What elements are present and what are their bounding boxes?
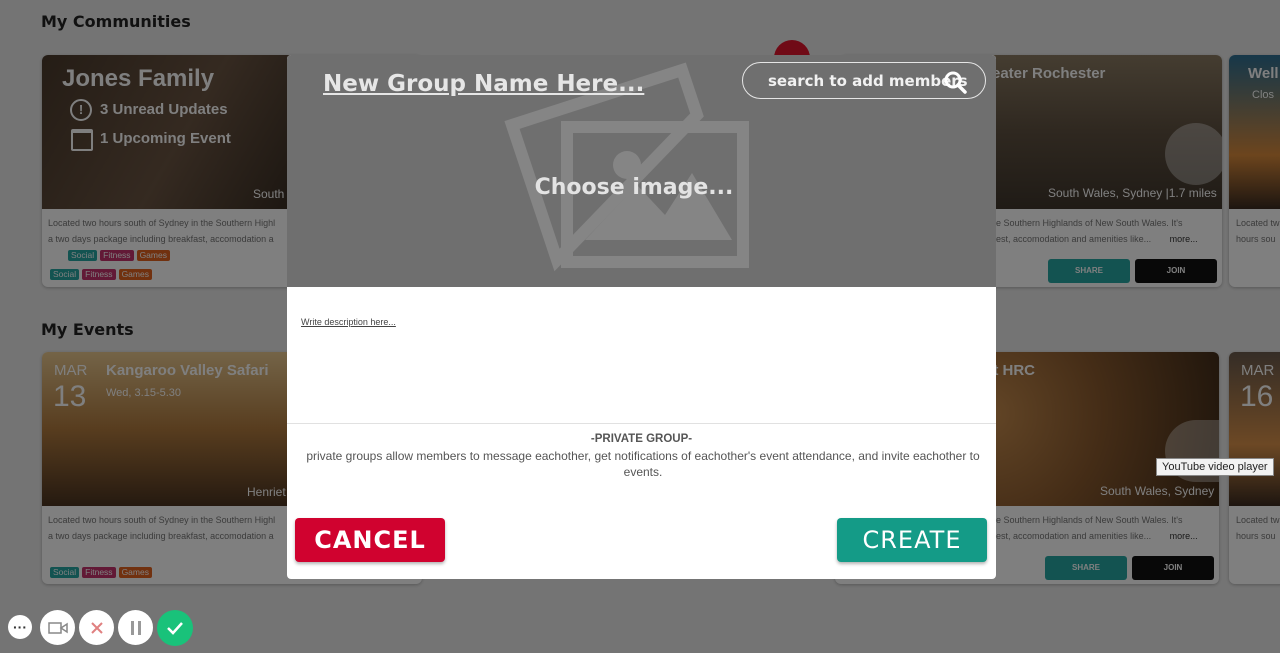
create-button[interactable]: CREATE [837,518,987,562]
private-group-title: -PRIVATE GROUP- [590,433,693,445]
ellipsis-icon: ··· [13,619,27,635]
video-camera-icon [47,621,68,634]
camera-toggle-button[interactable] [40,610,75,645]
youtube-tooltip: YouTube video player [1156,458,1274,476]
group-name-field[interactable]: New Group Name Here... [323,71,644,97]
image-picker[interactable]: New Group Name Here... search to add mem… [287,55,996,287]
check-icon [167,622,183,635]
more-options-button[interactable]: ··· [8,615,32,639]
cancel-button[interactable]: CANCEL [295,518,445,562]
pause-icon [130,620,141,635]
search-placeholder: search to add members [768,72,968,90]
member-search-input[interactable]: search to add members [742,62,986,99]
discard-button[interactable] [79,610,114,645]
create-group-modal: New Group Name Here... search to add mem… [287,55,996,579]
description-field[interactable]: Write description here... [301,317,396,327]
choose-image-label[interactable]: Choose image... [287,175,981,200]
search-icon[interactable] [943,70,967,94]
confirm-button[interactable] [157,610,193,646]
close-icon [90,621,103,634]
pause-button[interactable] [118,610,153,645]
divider [287,423,996,424]
private-group-description: private groups allow members to message … [306,449,980,479]
